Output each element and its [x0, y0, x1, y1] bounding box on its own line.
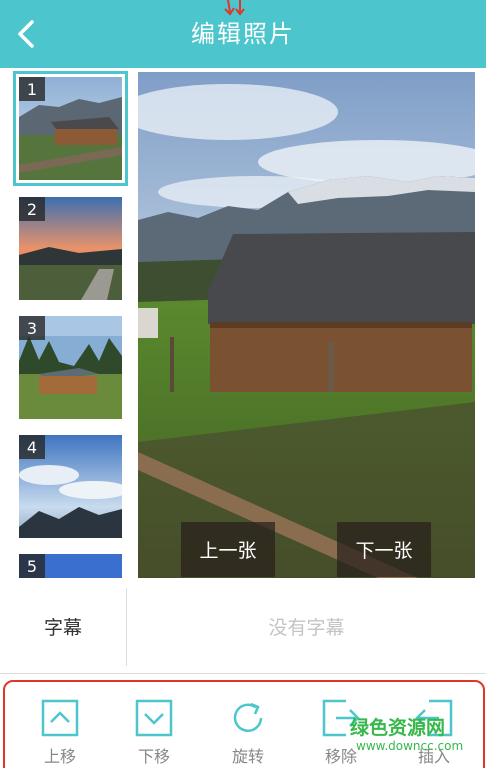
rotate-icon [233, 702, 263, 732]
thumbnail-number: 4 [19, 435, 45, 459]
remove-label: 移除 [324, 747, 357, 766]
thumbnail-number: 1 [19, 77, 45, 101]
thumbnail-1[interactable]: 1 [13, 71, 128, 186]
insert-icon [415, 699, 453, 737]
bottom-toolbar: 上移 下移 旋转 移除 插入 [0, 675, 486, 768]
photo-image [138, 72, 475, 578]
move-up-label: 上移 [43, 747, 76, 766]
move-down-button[interactable]: 下移 [124, 699, 184, 768]
next-photo-button[interactable]: 下一张 [337, 522, 431, 577]
insert-button[interactable]: 插入 [404, 699, 464, 768]
header-bar: 编辑照片 [0, 0, 486, 68]
move-down-icon [135, 699, 173, 737]
move-up-icon [41, 699, 79, 737]
thumbnail-3[interactable]: 3 [19, 316, 122, 419]
remove-icon [322, 699, 360, 737]
caption-input[interactable]: 没有字幕 [127, 578, 486, 674]
page-title: 编辑照片 [191, 20, 295, 48]
thumbnail-4[interactable]: 4 [19, 435, 122, 538]
thumbnail-number: 3 [19, 316, 45, 340]
rotate-label: 旋转 [231, 747, 264, 766]
move-down-label: 下移 [137, 747, 170, 766]
rotate-button[interactable]: 旋转 [218, 699, 278, 768]
caption-row: 字幕 没有字幕 [0, 578, 486, 674]
insert-label: 插入 [417, 747, 450, 766]
thumbnail-number: 5 [19, 554, 45, 578]
remove-button[interactable]: 移除 [311, 699, 371, 768]
main-photo: 上一张 下一张 [138, 72, 475, 578]
thumbnail-number: 2 [19, 197, 45, 221]
thumbnail-5[interactable]: 5 [19, 554, 122, 578]
prev-photo-button[interactable]: 上一张 [181, 522, 275, 577]
move-up-button[interactable]: 上移 [30, 699, 90, 768]
thumbnail-2[interactable]: 2 [19, 197, 122, 300]
thumbnail-strip[interactable]: 1 2 3 4 5 [0, 68, 138, 578]
caption-label: 字幕 [43, 616, 82, 639]
